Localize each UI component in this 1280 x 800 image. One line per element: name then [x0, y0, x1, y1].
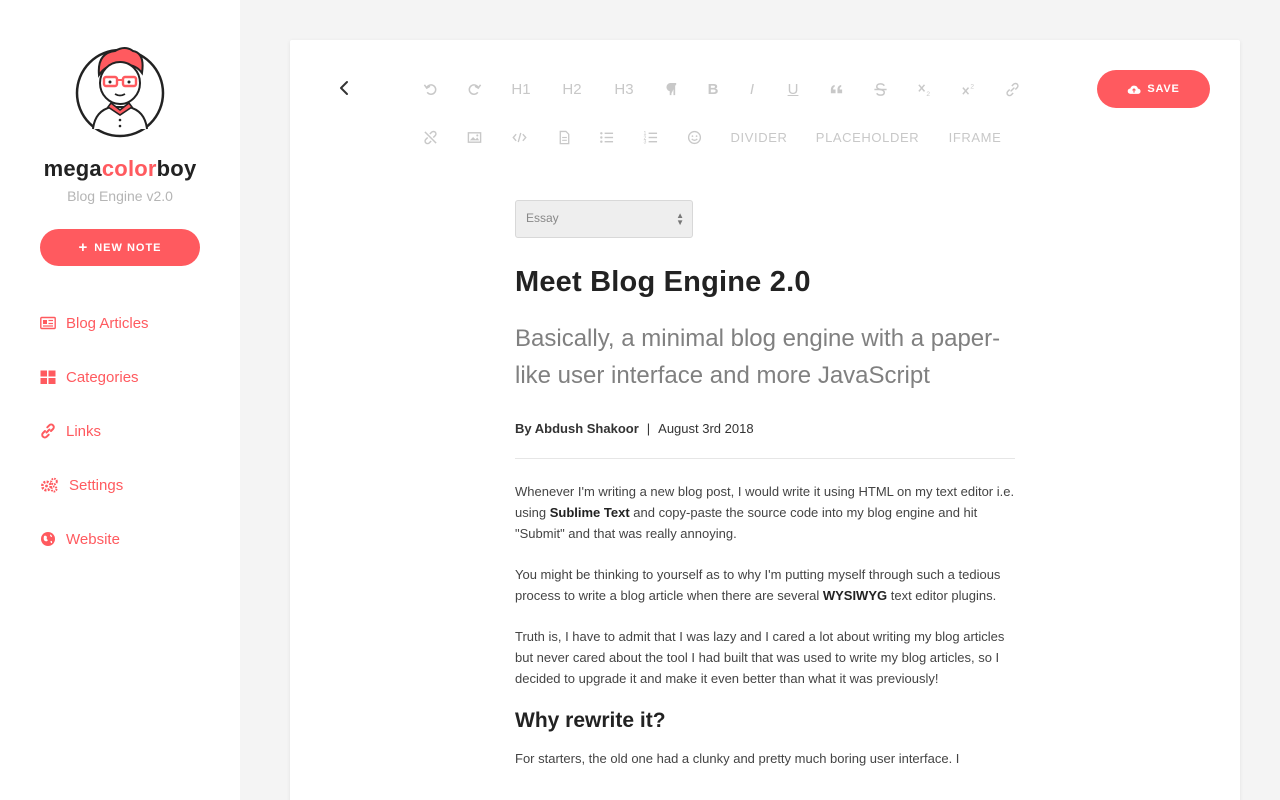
- grid-icon: [40, 370, 56, 384]
- sidebar-nav: Blog Articles Categories Links Settings …: [40, 296, 149, 566]
- svg-text:3: 3: [643, 139, 646, 144]
- sidebar-item-settings[interactable]: Settings: [40, 458, 149, 512]
- select-arrows-icon: ▲ ▼: [676, 211, 684, 227]
- paragraph: Whenever I'm writing a new blog post, I …: [515, 484, 1015, 541]
- redo-icon[interactable]: [464, 78, 484, 100]
- superscript-icon[interactable]: 2: [959, 78, 977, 100]
- heading-2-button[interactable]: H2: [561, 78, 583, 100]
- bold-button[interactable]: B: [705, 78, 721, 100]
- bullet-list-icon[interactable]: [598, 126, 614, 148]
- article-title[interactable]: Meet Blog Engine 2.0: [515, 266, 1015, 299]
- underline-button[interactable]: U: [786, 78, 800, 100]
- paragraph: Truth is, I have to admit that I was laz…: [515, 629, 1005, 686]
- code-icon[interactable]: [510, 126, 528, 148]
- byline: By Abdush Shakoor | August 3rd 2018: [515, 421, 1015, 459]
- strikethrough-icon[interactable]: [872, 78, 888, 100]
- sidebar-item-categories[interactable]: Categories: [40, 350, 149, 404]
- placeholder-button[interactable]: PLACEHOLDER: [816, 126, 919, 148]
- byline-separator: |: [646, 421, 651, 436]
- sidebar-item-blog-articles[interactable]: Blog Articles: [40, 296, 149, 350]
- save-button[interactable]: SAVE: [1097, 70, 1210, 108]
- italic-button[interactable]: I: [745, 78, 759, 100]
- article-editor[interactable]: Essay ▲ ▼ Meet Blog Engine 2.0 Basically,…: [515, 200, 1015, 769]
- app-version: Blog Engine v2.0: [67, 188, 173, 204]
- sidebar-item-label: Settings: [69, 476, 124, 494]
- category-select[interactable]: Essay ▲ ▼: [515, 200, 693, 238]
- image-icon[interactable]: [466, 126, 482, 148]
- author-name: By Abdush Shakoor: [515, 421, 639, 436]
- brand-logo-text: megacolorboy: [0, 156, 240, 182]
- brand-part-2: color: [101, 156, 157, 181]
- article-subtitle[interactable]: Basically, a minimal blog engine with a …: [515, 320, 1015, 394]
- newspaper-icon: [40, 316, 56, 330]
- cloud-upload-icon: [1128, 85, 1141, 94]
- paragraph: For starters, the old one had a clunky a…: [515, 751, 960, 766]
- file-icon[interactable]: [556, 126, 572, 148]
- gears-icon: [41, 477, 58, 493]
- link-icon: [41, 423, 55, 439]
- sidebar-item-links[interactable]: Links: [40, 404, 149, 458]
- sidebar-item-website[interactable]: Website: [40, 512, 149, 566]
- heading-1-button[interactable]: H1: [510, 78, 532, 100]
- sidebar-item-label: Categories: [66, 368, 139, 386]
- iframe-button[interactable]: IFRAME: [948, 126, 1002, 148]
- editor-card: H1 H2 H3 B I U 2 2 123 DIVIDER PLACEHOLD…: [290, 40, 1240, 800]
- svg-text:2: 2: [926, 91, 930, 97]
- article-body[interactable]: Whenever I'm writing a new blog post, I …: [515, 481, 1015, 689]
- new-note-label: NEW NOTE: [94, 241, 162, 254]
- plus-icon: +: [78, 239, 89, 256]
- brand-part-1: mega: [43, 156, 102, 181]
- back-arrow-icon[interactable]: [336, 79, 354, 97]
- section-heading[interactable]: Why rewrite it?: [515, 709, 1015, 733]
- sidebar-item-label: Links: [66, 422, 102, 440]
- numbered-list-icon[interactable]: 123: [642, 126, 658, 148]
- publish-date: August 3rd 2018: [658, 421, 754, 436]
- globe-icon: [41, 532, 55, 546]
- unlink-icon[interactable]: [422, 126, 438, 148]
- sidebar-item-label: Website: [66, 530, 120, 548]
- svg-text:2: 2: [970, 83, 974, 90]
- paragraph: You might be thinking to yourself as to …: [515, 567, 1001, 603]
- avatar: [75, 47, 165, 138]
- quote-icon[interactable]: [828, 78, 844, 100]
- sidebar-item-label: Blog Articles: [66, 314, 149, 332]
- brand-part-3: boy: [156, 156, 197, 181]
- subscript-icon[interactable]: 2: [915, 78, 933, 100]
- sidebar: megacolorboy Blog Engine v2.0 + NEW NOTE…: [0, 0, 240, 800]
- heading-3-button[interactable]: H3: [612, 78, 636, 100]
- link-icon[interactable]: [1004, 78, 1020, 100]
- paragraph-icon[interactable]: [663, 78, 679, 100]
- divider-button[interactable]: DIVIDER: [731, 126, 787, 148]
- new-note-button[interactable]: + NEW NOTE: [40, 229, 200, 266]
- emoji-icon[interactable]: [686, 126, 702, 148]
- category-value: Essay: [526, 211, 559, 225]
- save-label: SAVE: [1147, 83, 1180, 95]
- undo-icon[interactable]: [420, 78, 440, 100]
